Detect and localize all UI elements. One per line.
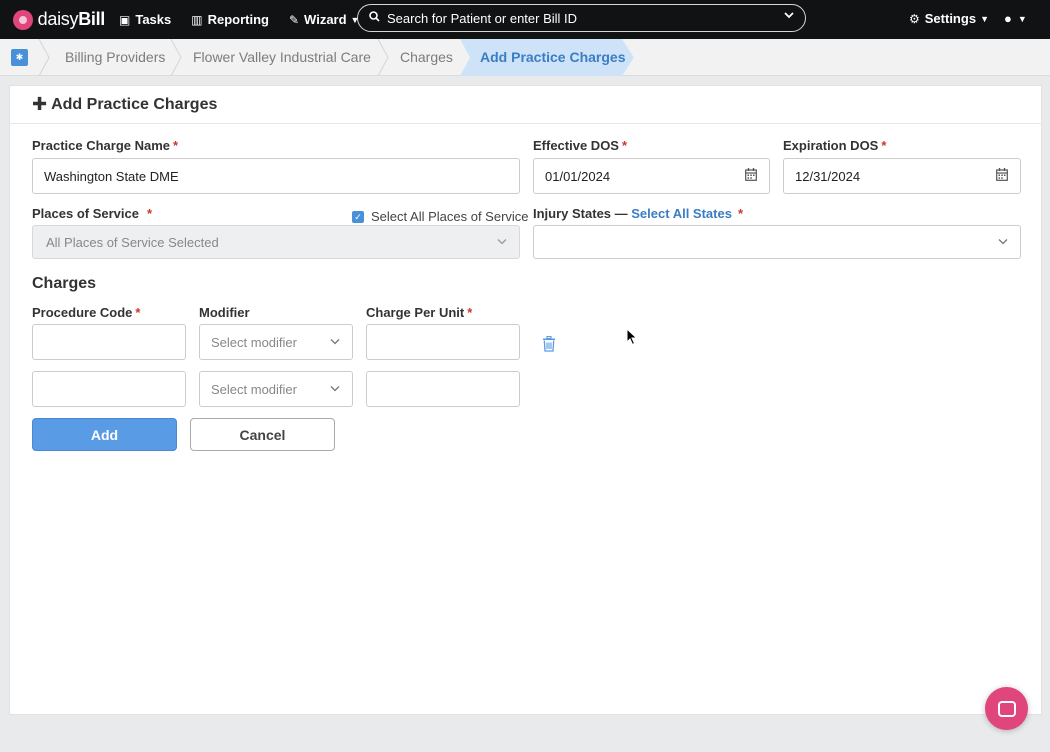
expiration-dos-label: Expiration DOS *: [783, 138, 887, 153]
user-menu[interactable]: ● ▼: [1004, 11, 1027, 26]
calendar-icon[interactable]: [996, 168, 1008, 184]
modifier-label: Modifier: [199, 305, 250, 320]
chevron-down-icon: ▼: [980, 13, 989, 24]
checkmark-icon: ✓: [352, 210, 364, 223]
breadcrumb-current: Add Practice Charges: [460, 39, 634, 76]
procedure-code-input[interactable]: [32, 324, 186, 360]
calendar-icon[interactable]: [745, 168, 757, 184]
places-of-service-select: All Places of Service Selected: [32, 225, 520, 259]
add-practice-charges-panel: ✚ Add Practice Charges Practice Charge N…: [9, 85, 1042, 715]
chat-launcher-button[interactable]: [985, 687, 1028, 730]
breadcrumb-charges[interactable]: Charges: [400, 39, 453, 76]
places-of-service-label: Places of Service *: [32, 206, 153, 221]
charge-per-unit-input[interactable]: [366, 371, 520, 407]
mouse-cursor-icon: [626, 327, 638, 346]
breadcrumb-separator: [377, 38, 389, 77]
chevron-down-icon[interactable]: [784, 11, 794, 22]
settings-menu[interactable]: ⚙ Settings ▼: [909, 11, 989, 26]
breadcrumb-separator: [170, 38, 182, 77]
nav-wizard[interactable]: ✎ Wizard ▼: [289, 12, 359, 27]
magic-wand-icon: ✎: [288, 12, 300, 27]
nav-reporting[interactable]: ▥ Reporting: [191, 12, 269, 27]
modifier-select[interactable]: Select modifier: [199, 324, 353, 360]
clipboard-icon: ▣: [119, 12, 131, 27]
expiration-dos-input[interactable]: 12/31/2024: [783, 158, 1021, 194]
page-title: Add Practice Charges: [51, 95, 218, 113]
charge-per-unit-label: Charge Per Unit *: [366, 305, 473, 320]
injury-states-label: Injury States — Select All States *: [533, 206, 744, 221]
top-navbar: daisyBill ▣ Tasks ▥ Reporting ✎ Wizard ▼…: [0, 0, 1050, 39]
practice-charge-name-input[interactable]: Washington State DME: [32, 158, 520, 194]
logo[interactable]: daisyBill: [13, 9, 105, 30]
panel-header: ✚ Add Practice Charges: [10, 86, 1041, 124]
practice-charge-name-label: Practice Charge Name *: [32, 138, 179, 153]
chevron-down-icon: [998, 237, 1008, 248]
nav-tasks[interactable]: ▣ Tasks: [119, 12, 171, 27]
chevron-down-icon: [330, 384, 340, 395]
logo-text: daisyBill: [37, 9, 106, 29]
chevron-down-icon: ▼: [1017, 13, 1027, 24]
trash-icon[interactable]: [542, 335, 556, 352]
procedure-code-label: Procedure Code *: [32, 305, 141, 320]
search-icon: [369, 11, 380, 25]
patient-search-input[interactable]: Search for Patient or enter Bill ID: [357, 4, 806, 32]
chevron-down-icon: [330, 337, 340, 348]
gear-icon: ⚙: [909, 11, 920, 26]
practice-icon[interactable]: ✱: [11, 49, 28, 66]
chat-bubble-icon: [997, 700, 1016, 717]
user-circle-icon: ●: [1004, 11, 1012, 26]
charges-section-title: Charges: [32, 275, 97, 292]
breadcrumb-billing-providers[interactable]: Billing Providers: [65, 39, 165, 76]
procedure-code-input[interactable]: [32, 371, 186, 407]
effective-dos-label: Effective DOS *: [533, 138, 628, 153]
select-all-places-checkbox[interactable]: ✓ Select All Places of Service: [352, 209, 529, 224]
breadcrumb-provider[interactable]: Flower Valley Industrial Care: [193, 39, 371, 76]
daisy-logo-icon: [13, 9, 33, 30]
breadcrumb-separator: [38, 38, 50, 77]
breadcrumb: ✱ Billing Providers Flower Valley Indust…: [0, 38, 1050, 77]
add-button[interactable]: Add: [32, 418, 177, 451]
chevron-down-icon: [497, 237, 507, 248]
charge-per-unit-input[interactable]: [366, 324, 520, 360]
plus-icon: ✚: [32, 94, 48, 114]
modifier-select[interactable]: Select modifier: [199, 371, 353, 407]
bar-chart-icon: ▥: [191, 12, 203, 27]
injury-states-select[interactable]: [533, 225, 1021, 259]
search-placeholder: Search for Patient or enter Bill ID: [387, 10, 578, 26]
select-all-states-link[interactable]: Select All States: [631, 206, 732, 221]
effective-dos-input[interactable]: 01/01/2024: [533, 158, 770, 194]
cancel-button[interactable]: Cancel: [190, 418, 335, 451]
